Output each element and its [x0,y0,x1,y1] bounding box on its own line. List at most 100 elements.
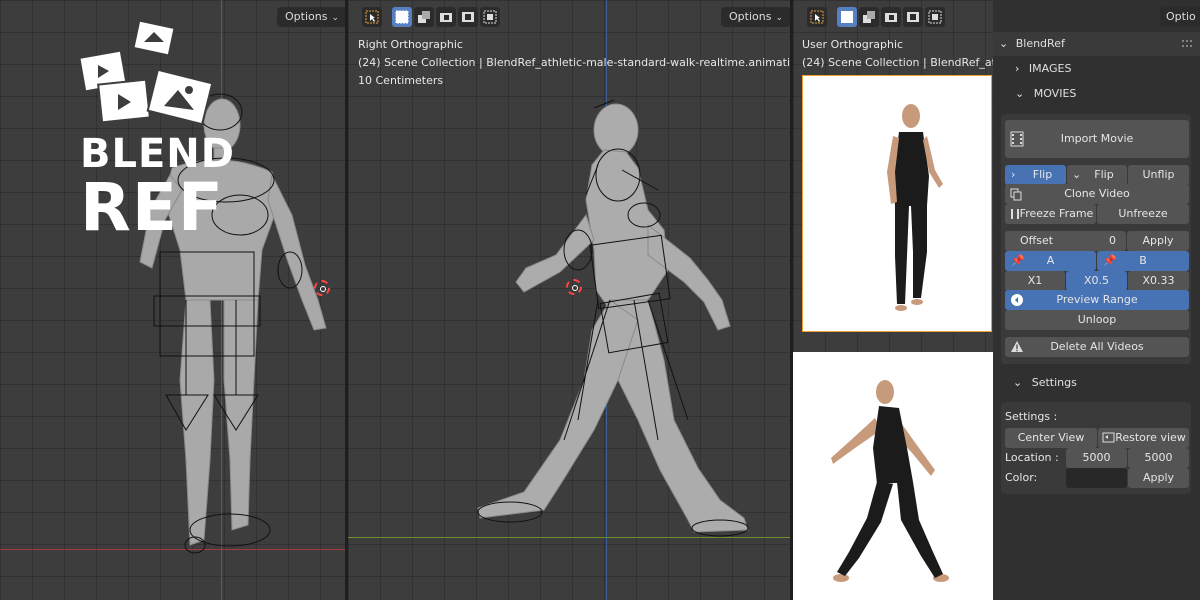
pin-b-button[interactable]: 📌 B [1097,251,1189,271]
tweak-tool-button[interactable] [362,7,382,27]
preview-range-icon [1011,294,1023,306]
select-intersect-button[interactable] [480,7,500,27]
options-label: Options [285,10,328,23]
center-view-button[interactable]: Center View [1005,428,1097,448]
reference-video-side[interactable] [793,352,993,600]
select-extend-button[interactable] [859,7,879,27]
options-dropdown-center[interactable]: Options ⌄ [721,7,790,27]
mannequin-side-view[interactable] [348,0,790,600]
select-intersect-button[interactable] [925,7,945,27]
images-section-header[interactable]: › IMAGES [1015,57,1071,81]
select-extend-icon [418,11,430,23]
blendref-logo: BLEND REF [78,19,238,250]
media-stack-icon [78,19,214,126]
select-subtract-icon [885,13,897,22]
freeze-frame-button[interactable]: Freeze Frame [1005,204,1096,224]
blendref-sidebar-panel[interactable]: Optio ⌄ BlendRef › IMAGES ⌄ MOVIES Impor… [993,0,1200,600]
film-icon [1010,131,1024,147]
options-dropdown-left[interactable]: Options ⌄ [277,7,345,27]
speed-x05-button[interactable]: X0.5 [1066,271,1127,291]
viewport-right[interactable]: User Orthographic (24) Scene Collection … [793,0,993,600]
chevron-down-icon: ⌄ [1013,376,1023,389]
location-y-value: 5000 [1144,451,1173,464]
color-label: Color: [1005,471,1038,484]
cursor-arrow-icon [810,10,824,24]
collection-info: (24) Scene Collection | BlendRef_athleti… [358,56,790,69]
speed-x1-label: X1 [1027,274,1043,287]
panel-header-row[interactable]: ⌄ BlendRef [999,32,1065,56]
restore-view-button[interactable]: Restore view [1098,428,1189,448]
panel-title: BlendRef [1015,37,1065,50]
speed-x033-label: X0.33 [1142,274,1175,287]
pin-b-label: B [1139,254,1147,267]
select-invert-icon [907,12,919,22]
speed-x1-button[interactable]: X1 [1005,271,1065,291]
chevron-down-icon: ⌄ [775,13,783,23]
viewport-left[interactable]: BLEND REF Options ⌄ [0,0,345,600]
drag-handle-icon[interactable] [1181,38,1193,53]
import-movie-label: Import Movie [1060,132,1134,145]
location-y-field[interactable]: 5000 [1128,448,1189,468]
color-apply-label: Apply [1142,471,1175,484]
settings-section-header[interactable]: ⌄ Settings [1013,371,1077,395]
preview-range-button[interactable]: Preview Range [1005,290,1189,310]
unfreeze-button[interactable]: Unfreeze [1097,204,1189,224]
chevron-down-icon: ⌄ [999,37,1009,50]
select-invert-button[interactable] [903,7,923,27]
duplicate-icon [1010,188,1022,201]
offset-value: 0 [1109,234,1116,247]
flip-toggle-button[interactable]: › Flip [1005,165,1066,185]
select-subtract-button[interactable] [436,7,456,27]
color-apply-button[interactable]: Apply [1128,468,1189,488]
unloop-button[interactable]: Unloop [1005,310,1189,330]
restore-view-icon [1102,432,1115,443]
delete-all-videos-button[interactable]: Delete All Videos [1005,337,1189,357]
options-dropdown-panel[interactable]: Optio [1160,7,1200,27]
view-name: User Orthographic [802,38,904,51]
runner-front-figure [887,104,943,311]
chevron-down-icon: ⌄ [331,13,339,23]
flip-button[interactable]: ⌄ Flip [1067,165,1127,185]
pin-icon: 📌 [1011,254,1025,267]
speed-x033-button[interactable]: X0.33 [1128,271,1189,291]
select-tool-group[interactable] [807,7,827,27]
location-x-field[interactable]: 5000 [1066,448,1127,468]
select-invert-button[interactable] [458,7,478,27]
select-extend-button[interactable] [414,7,434,27]
pin-icon: 📌 [1103,254,1117,267]
select-new-button[interactable] [837,7,857,27]
logo-text-ref: REF [80,169,224,246]
selection-mode-group[interactable] [837,7,945,27]
tweak-tool-button[interactable] [807,7,827,27]
cursor-arrow-icon [365,10,379,24]
unflip-button[interactable]: Unflip [1128,165,1189,185]
3d-cursor[interactable] [314,280,330,296]
select-intersect-icon [928,10,942,24]
selection-mode-group[interactable] [392,7,500,27]
location-label: Location : [1005,451,1059,464]
restore-view-label: Restore view [1115,431,1186,444]
unloop-label: Unloop [1077,313,1117,326]
walker-side-figure [831,380,949,582]
select-invert-icon [462,12,474,22]
select-extend-icon [863,11,875,23]
options-label: Optio [1166,10,1196,23]
select-new-button[interactable] [392,7,412,27]
reference-video-front[interactable] [802,75,992,332]
offset-field[interactable]: Offset 0 [1005,231,1126,251]
color-swatch[interactable] [1066,468,1127,488]
import-movie-button[interactable]: Import Movie [1005,120,1189,158]
center-view-label: Center View [1017,431,1085,444]
pin-a-button[interactable]: 📌 A [1005,251,1096,271]
flip-label: Flip [1094,168,1114,181]
viewport-center[interactable]: Right Orthographic (24) Scene Collection… [348,0,790,600]
select-box-icon [395,10,409,24]
offset-apply-button[interactable]: Apply [1127,231,1189,251]
movies-section-header[interactable]: ⌄ MOVIES [1015,82,1076,106]
select-tool-group[interactable] [362,7,382,27]
speed-x05-label: X0.5 [1083,274,1110,287]
clone-video-button[interactable]: Clone Video [1005,184,1189,204]
3d-cursor[interactable] [566,279,582,295]
apply-label: Apply [1142,234,1174,247]
select-subtract-button[interactable] [881,7,901,27]
